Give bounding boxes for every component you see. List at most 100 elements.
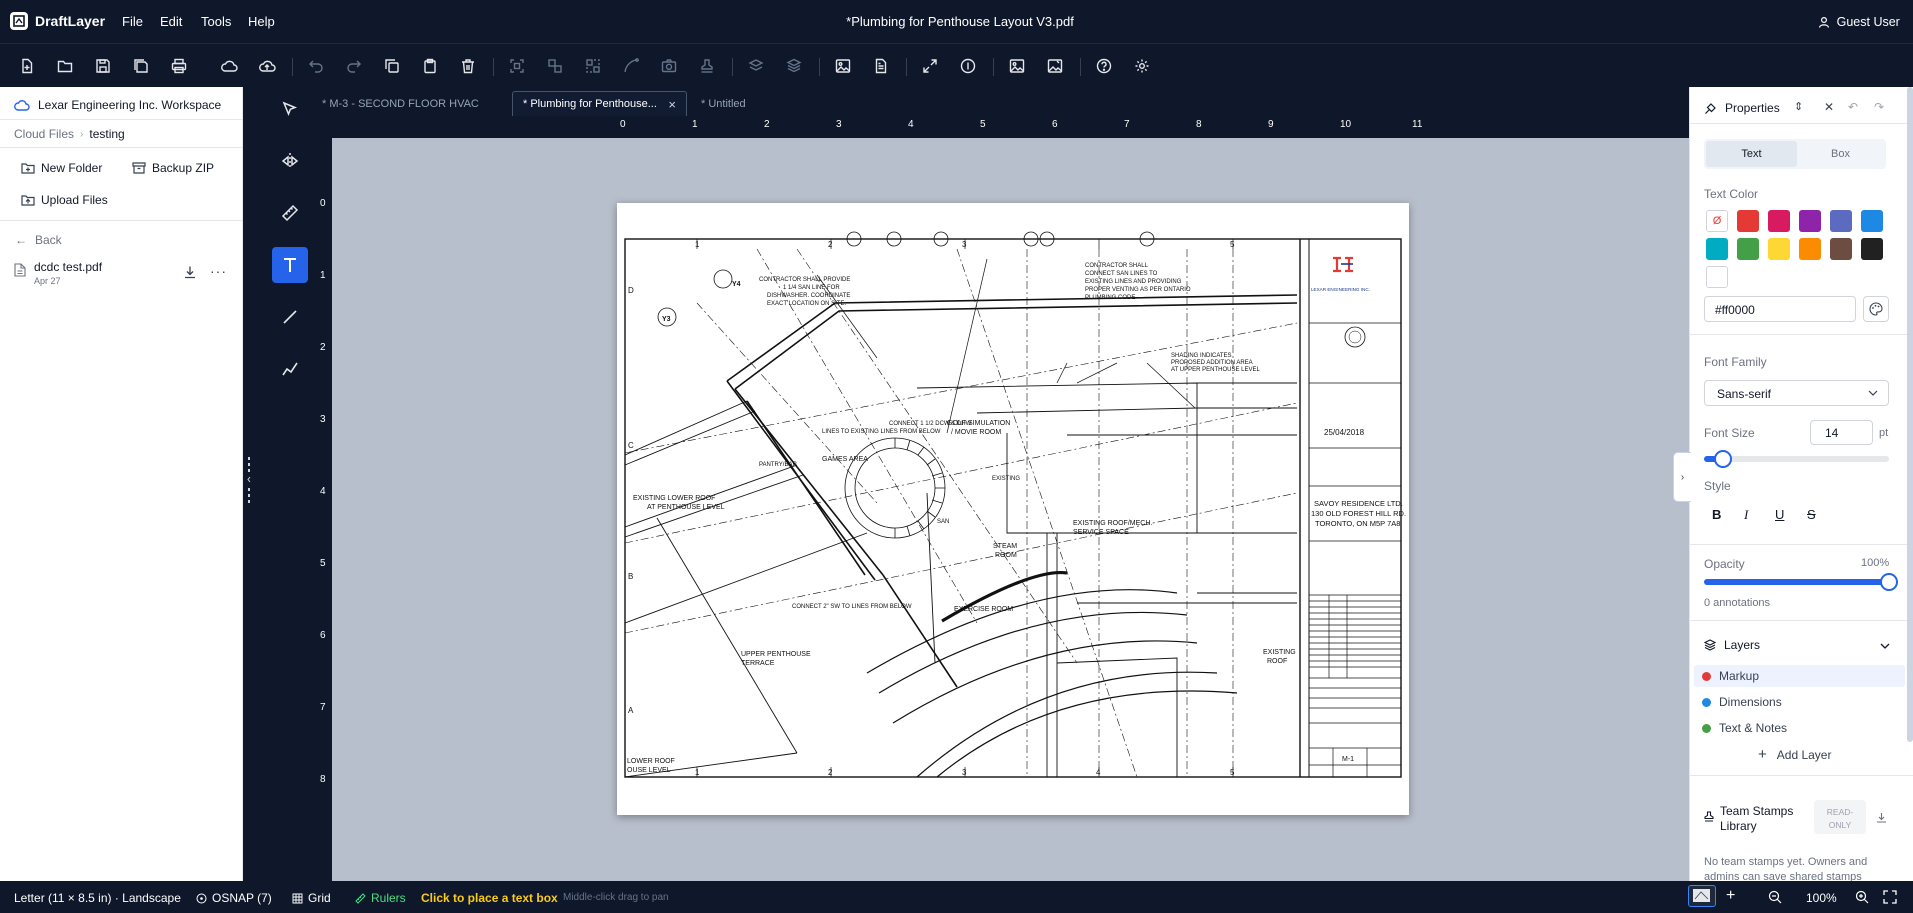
- color-swatch[interactable]: [1737, 210, 1759, 232]
- select-tool-icon[interactable]: [272, 91, 308, 127]
- tab-untitled[interactable]: * Untitled: [691, 91, 791, 116]
- color-swatch[interactable]: [1861, 238, 1883, 260]
- opacity-slider-thumb[interactable]: [1880, 573, 1898, 591]
- cloud-icon[interactable]: [216, 53, 242, 79]
- camera-icon[interactable]: [656, 53, 682, 79]
- color-swatch[interactable]: [1830, 238, 1852, 260]
- zoom-out-icon[interactable]: [1768, 890, 1782, 904]
- insert-image-icon[interactable]: [830, 53, 856, 79]
- new-folder-button[interactable]: New Folder: [21, 161, 102, 175]
- paste-icon[interactable]: [417, 53, 443, 79]
- font-family-select[interactable]: Sans-serif: [1704, 380, 1889, 406]
- bold-button[interactable]: B: [1712, 507, 1721, 522]
- mirror-tool-icon[interactable]: [272, 143, 308, 179]
- polyline-tool-icon[interactable]: [272, 351, 308, 387]
- undo-icon[interactable]: [303, 53, 329, 79]
- tab-box[interactable]: Box: [1797, 141, 1884, 167]
- menu-help[interactable]: Help: [248, 14, 275, 29]
- strikethrough-button[interactable]: S: [1807, 507, 1816, 522]
- font-size-input[interactable]: 14: [1810, 420, 1873, 445]
- underline-button[interactable]: U: [1775, 507, 1784, 522]
- color-swatch[interactable]: [1861, 210, 1883, 232]
- cloud-upload-icon[interactable]: [254, 53, 280, 79]
- tab-plumbing-penthouse[interactable]: * Plumbing for Penthouse... ×: [512, 91, 687, 116]
- more-options-icon[interactable]: ···: [210, 263, 227, 279]
- color-swatch[interactable]: [1768, 238, 1790, 260]
- opacity-slider[interactable]: [1704, 573, 1898, 591]
- font-size-slider[interactable]: [1704, 450, 1889, 468]
- menu-tools[interactable]: Tools: [201, 14, 231, 29]
- delete-icon[interactable]: [455, 53, 481, 79]
- back-button[interactable]: ← Back: [15, 233, 62, 247]
- layer-item[interactable]: Text & Notes: [1702, 721, 1787, 735]
- expand-icon[interactable]: [917, 53, 943, 79]
- layer-item[interactable]: Markup: [1702, 669, 1759, 683]
- image-icon[interactable]: [1004, 53, 1030, 79]
- rulers-toggle[interactable]: Rulers: [355, 891, 406, 905]
- color-swatch[interactable]: [1830, 210, 1852, 232]
- tab-close-icon[interactable]: ×: [668, 97, 676, 112]
- redo-icon[interactable]: ↷: [1874, 100, 1884, 114]
- settings-icon[interactable]: [1129, 53, 1155, 79]
- tab-m3-hvac[interactable]: * M-3 - SECOND FLOOR HVAC: [312, 91, 508, 116]
- color-swatch[interactable]: [1706, 266, 1728, 288]
- image-edit-icon[interactable]: [1042, 53, 1068, 79]
- color-swatch[interactable]: [1799, 238, 1821, 260]
- download-icon[interactable]: [183, 265, 197, 279]
- menu-edit[interactable]: Edit: [160, 14, 182, 29]
- hex-color-input[interactable]: #ff0000: [1704, 296, 1856, 322]
- breadcrumb-root[interactable]: Cloud Files: [14, 127, 74, 141]
- zoom-in-icon[interactable]: [1855, 890, 1869, 904]
- ungroup-icon[interactable]: [580, 53, 606, 79]
- layers-header[interactable]: Layers: [1704, 638, 1760, 652]
- italic-button[interactable]: I: [1744, 507, 1748, 523]
- download-icon[interactable]: [1876, 812, 1887, 823]
- save-icon[interactable]: [90, 53, 116, 79]
- sort-toggle-icon[interactable]: ⇕: [1794, 100, 1803, 113]
- chevron-down-icon[interactable]: [1880, 642, 1890, 650]
- color-swatch[interactable]: [1768, 210, 1790, 232]
- page-size-status[interactable]: Letter (11 × 8.5 in) · Landscape: [14, 891, 181, 905]
- help-icon[interactable]: [1091, 53, 1117, 79]
- copy-icon[interactable]: [379, 53, 405, 79]
- osnap-toggle[interactable]: OSNAP (7): [196, 891, 272, 905]
- document-icon[interactable]: [868, 53, 894, 79]
- pdf-page[interactable]: Y4 Y3 1 2 3 5 1 2 3 4 5 D C B A CONTRACT…: [617, 203, 1409, 815]
- grid-toggle[interactable]: Grid: [292, 891, 331, 905]
- color-swatch[interactable]: [1737, 238, 1759, 260]
- tab-text[interactable]: Text: [1706, 141, 1797, 167]
- file-row[interactable]: dcdc test.pdf Apr 27 ···: [0, 255, 242, 295]
- zoom-in-plus-icon[interactable]: +: [1726, 887, 1735, 905]
- collapse-icon[interactable]: ✕: [1824, 100, 1834, 114]
- save-all-icon[interactable]: [128, 53, 154, 79]
- new-file-icon[interactable]: [14, 53, 40, 79]
- font-size-slider-thumb[interactable]: [1713, 450, 1732, 468]
- color-swatch[interactable]: [1706, 238, 1728, 260]
- print-icon[interactable]: [166, 53, 192, 79]
- curve-icon[interactable]: [618, 53, 644, 79]
- panel-toggle-chevron-icon[interactable]: ›: [1673, 452, 1691, 502]
- workspace-header[interactable]: Lexar Engineering Inc. Workspace: [14, 98, 221, 112]
- measure-tool-icon[interactable]: [272, 195, 308, 231]
- user-menu[interactable]: Guest User: [1818, 13, 1900, 29]
- undo-icon[interactable]: ↶: [1848, 100, 1858, 114]
- minimap-thumbnail[interactable]: [1688, 885, 1716, 907]
- group-icon[interactable]: [542, 53, 568, 79]
- scrollbar[interactable]: [1907, 87, 1913, 742]
- layer-item[interactable]: Dimensions: [1702, 695, 1782, 709]
- menu-file[interactable]: File: [122, 14, 143, 29]
- info-circle-icon[interactable]: [955, 53, 981, 79]
- text-tool-icon[interactable]: [272, 247, 308, 283]
- stamp-icon[interactable]: [694, 53, 720, 79]
- fit-to-screen-icon[interactable]: [1883, 890, 1897, 904]
- upload-files-button[interactable]: Upload Files: [21, 193, 108, 207]
- layers-icon[interactable]: [743, 53, 769, 79]
- layers-stack-icon[interactable]: [781, 53, 807, 79]
- panel-collapse-handle[interactable]: [247, 457, 253, 503]
- add-layer-button[interactable]: + Add Layer: [1758, 746, 1831, 763]
- backup-zip-button[interactable]: Backup ZIP: [132, 161, 214, 175]
- color-swatch[interactable]: [1799, 210, 1821, 232]
- line-tool-icon[interactable]: [272, 299, 308, 335]
- open-folder-icon[interactable]: [52, 53, 78, 79]
- palette-icon[interactable]: [1863, 296, 1889, 322]
